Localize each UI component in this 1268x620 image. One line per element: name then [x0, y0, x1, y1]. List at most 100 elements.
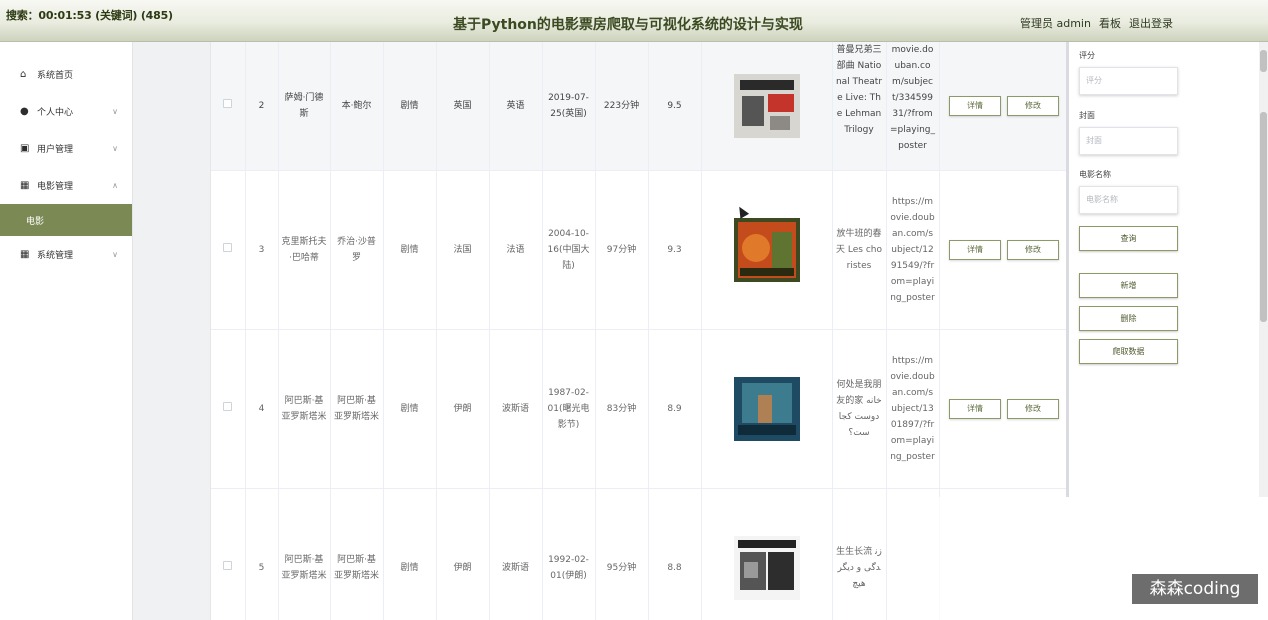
url-cell: https://movie.douban.com/subject/1301897…	[886, 329, 940, 489]
movie-name-cell: 生生长流 زندگی و دیگر هیچ	[832, 488, 887, 620]
add-button[interactable]: 新增	[1079, 273, 1178, 298]
header-user-area: 管理员 admin 看板 退出登录	[1020, 15, 1173, 31]
row-index: 3	[245, 170, 279, 330]
board-link[interactable]: 看板	[1099, 15, 1121, 31]
edit-button[interactable]: 修改	[1007, 95, 1059, 116]
director-cell: 阿巴斯·基亚罗斯塔米	[278, 329, 331, 489]
date-cell: 1992-02-01(伊朗)	[542, 488, 596, 620]
sidebar-item-profile[interactable]: ● 个人中心 ∨	[0, 93, 132, 130]
region-cell: 伊朗	[436, 488, 490, 620]
detail-button[interactable]: 详情	[949, 95, 1001, 116]
detail-button[interactable]: 详情	[949, 239, 1001, 260]
movie-poster	[733, 217, 800, 282]
scrollbar-thumb[interactable]	[1260, 50, 1267, 72]
poster-cell	[701, 329, 833, 489]
checkbox	[211, 170, 246, 330]
score-cell: 9.3	[648, 170, 702, 330]
sidebar-item-label: 电影	[26, 216, 45, 227]
cover-input[interactable]: 封面	[1079, 127, 1178, 155]
date-cell: 1987-02-01(曙光电影节)	[542, 329, 596, 489]
language-cell: 法语	[489, 170, 543, 330]
row-checkbox[interactable]	[223, 242, 233, 252]
movie-name-cell: 普曼兄弟三部曲 National Theatre Live: The Lehma…	[832, 42, 887, 171]
chevron-down-icon: ∨	[112, 250, 118, 259]
language-cell: 波斯语	[489, 488, 543, 620]
writer-cell: 乔治·沙普罗	[330, 170, 384, 330]
movie-poster	[733, 535, 800, 600]
checkbox	[211, 488, 246, 620]
checkbox	[211, 329, 246, 489]
sidebar-item-users[interactable]: ▣ 用户管理 ∨	[0, 130, 132, 167]
movie-name-label: 电影名称	[1079, 170, 1111, 179]
edit-button[interactable]: 修改	[1007, 239, 1059, 260]
logout-link[interactable]: 退出登录	[1129, 15, 1173, 31]
row-index: 4	[245, 329, 279, 489]
sidebar-item-system[interactable]: ▦ 系统管理 ∨	[0, 236, 132, 273]
chevron-down-icon: ∨	[112, 107, 118, 116]
runtime-cell: 95分钟	[595, 488, 649, 620]
delete-button[interactable]: 删除	[1079, 306, 1178, 331]
sidebar-item-movie[interactable]: 电影	[0, 204, 132, 236]
row-checkbox[interactable]	[223, 98, 233, 108]
score-cell: 9.5	[648, 42, 702, 171]
row-index: 2	[245, 42, 279, 171]
sidebar: ⌂ 系统首页 ● 个人中心 ∨ ▣ 用户管理 ∨ ▦ 电影管理 ∧ 电影 ▦ 系…	[0, 42, 133, 620]
admin-label: 管理员 admin	[1020, 17, 1091, 30]
clipboard-icon: ▣	[20, 142, 30, 154]
edit-button[interactable]: 修改	[1007, 398, 1059, 419]
scrollbar-thumb[interactable]	[1260, 112, 1267, 322]
director-cell: 克里斯托夫·巴哈蒂	[278, 170, 331, 330]
writer-cell: 阿巴斯·基亚罗斯塔米	[330, 488, 384, 620]
genre-cell: 剧情	[383, 170, 437, 330]
chevron-down-icon: ∨	[112, 144, 118, 153]
chevron-up-icon: ∧	[112, 181, 118, 190]
crawl-button[interactable]: 爬取数据	[1079, 339, 1178, 364]
date-cell: 2019-07-25(英国)	[542, 42, 596, 171]
row-index: 5	[245, 488, 279, 620]
movie-name-cell: 放牛班的春天 Les choristes	[832, 170, 887, 330]
row-checkbox[interactable]	[223, 560, 233, 570]
query-button[interactable]: 查询	[1079, 226, 1178, 251]
score-cell: 8.8	[648, 488, 702, 620]
region-cell: 伊朗	[436, 329, 490, 489]
director-cell: 阿巴斯·基亚罗斯塔米	[278, 488, 331, 620]
table-row[interactable]: 2 萨姆·门德斯 本·鲍尔 剧情 英国 英语 2019-07-25(英国) 223分钟 9.5 普…	[211, 42, 1066, 171]
home-icon: ⌂	[20, 68, 27, 80]
date-cell: 2004-10-16(中国大陆)	[542, 170, 596, 330]
search-panel: 评分 评分 封面 封面 电影名称 电影名称 查询 新增 删除 爬取数据	[1069, 42, 1259, 497]
score-label: 评分	[1079, 51, 1095, 60]
sidebar-item-label: 电影管理	[37, 182, 74, 192]
sidebar-item-movie-mgmt[interactable]: ▦ 电影管理 ∧	[0, 167, 132, 204]
genre-cell: 剧情	[383, 329, 437, 489]
table-row[interactable]: 3 克里斯托夫·巴哈蒂 乔治·沙普罗 剧情 法国 法语 2004-10-16(中国大陆) 97…	[211, 170, 1066, 330]
genre-cell: 剧情	[383, 42, 437, 171]
sidebar-item-label: 个人中心	[37, 108, 74, 118]
runtime-cell: 83分钟	[595, 329, 649, 489]
poster-cell	[701, 488, 833, 620]
row-checkbox[interactable]	[223, 401, 233, 411]
grid-icon: ▦	[20, 248, 30, 260]
sidebar-item-label: 用户管理	[37, 145, 74, 155]
sidebar-item-label: 系统首页	[37, 71, 74, 81]
content-margin	[134, 42, 210, 620]
url-cell: movie.douban.com/subject/33459931/?from=…	[886, 42, 940, 171]
poster-cell	[701, 42, 833, 171]
search-status: 搜索：00:01:53 (关键词) (485)	[6, 9, 173, 22]
writer-cell: 本·鲍尔	[330, 42, 384, 171]
actions-cell: 详情 修改	[939, 329, 1066, 489]
language-cell: 英语	[489, 42, 543, 171]
vertical-scrollbar[interactable]	[1259, 42, 1268, 497]
region-cell: 英国	[436, 42, 490, 171]
sidebar-item-home[interactable]: ⌂ 系统首页	[0, 56, 132, 93]
score-input[interactable]: 评分	[1079, 67, 1178, 95]
language-cell: 波斯语	[489, 329, 543, 489]
director-cell: 萨姆·门德斯	[278, 42, 331, 171]
movie-name-input[interactable]: 电影名称	[1079, 186, 1178, 214]
genre-cell: 剧情	[383, 488, 437, 620]
actions-cell: 详情 修改	[939, 170, 1066, 330]
table-row[interactable]: 4 阿巴斯·基亚罗斯塔米 阿巴斯·基亚罗斯塔米 剧情 伊朗 波斯语 1987-02-01(曙…	[211, 329, 1066, 489]
detail-button[interactable]: 详情	[949, 398, 1001, 419]
checkbox	[211, 42, 246, 171]
runtime-cell: 223分钟	[595, 42, 649, 171]
cover-label: 封面	[1079, 111, 1095, 120]
